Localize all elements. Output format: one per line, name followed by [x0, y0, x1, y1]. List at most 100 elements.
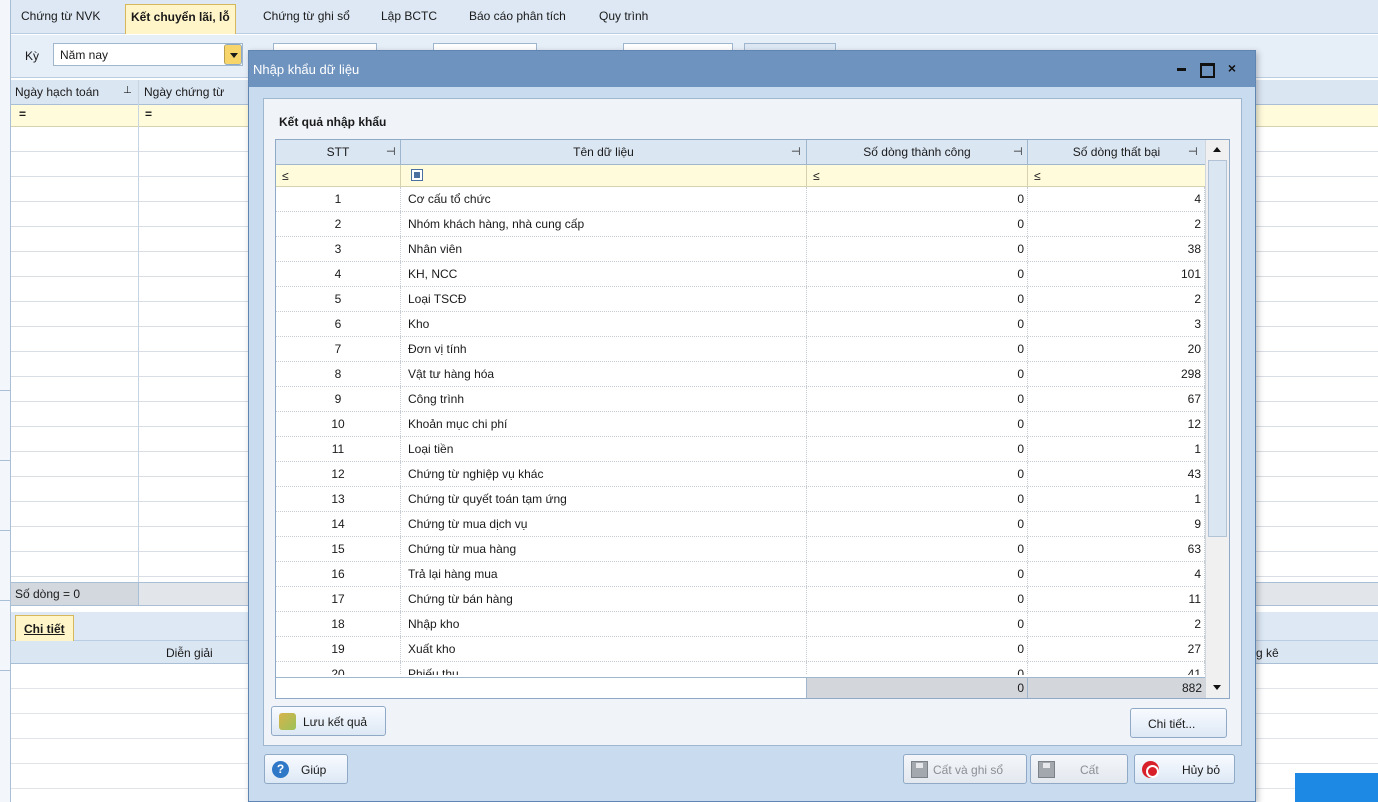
- tab-chi-tiet[interactable]: Chi tiết: [15, 615, 74, 641]
- tab-quy-trinh[interactable]: Quy trình: [599, 9, 648, 23]
- cell-stt: 3: [276, 237, 401, 261]
- detail-label: Chi tiết...: [1148, 717, 1196, 731]
- pin-icon[interactable]: ⊣: [791, 140, 801, 164]
- cell-name: Cơ cấu tổ chức: [401, 187, 807, 211]
- table-row[interactable]: 9 Công trình 0 67: [276, 387, 1205, 412]
- cell-success-count: 0: [807, 412, 1028, 436]
- table-row[interactable]: 12 Chứng từ nghiệp vụ khác 0 43: [276, 462, 1205, 487]
- table-row[interactable]: 5 Loại TSCĐ 0 2: [276, 287, 1205, 312]
- cell-stt: 4: [276, 262, 401, 286]
- tab-chung-tu-ghi-so[interactable]: Chứng từ ghi sổ: [263, 9, 350, 23]
- table-row[interactable]: 4 KH, NCC 0 101: [276, 262, 1205, 287]
- cell-name: Chứng từ mua hàng: [401, 537, 807, 561]
- cell-name: Xuất kho: [401, 637, 807, 661]
- cell-failed-count: 11: [1028, 587, 1205, 611]
- tab-bao-cao-phan-tich[interactable]: Báo cáo phân tích: [469, 9, 566, 23]
- cell-stt: 1: [276, 187, 401, 211]
- table-row[interactable]: 8 Vật tư hàng hóa 0 298: [276, 362, 1205, 387]
- scroll-up-icon[interactable]: [1206, 140, 1229, 160]
- col-bang-ke[interactable]: g kê: [1256, 646, 1279, 660]
- filter-checkbox-icon[interactable]: [411, 169, 423, 181]
- col-so-dong-that-bai[interactable]: Số dòng thất bại ⊣: [1028, 140, 1205, 164]
- help-button[interactable]: ? Giúp: [264, 754, 348, 784]
- filter-cell-stt[interactable]: ≤: [276, 165, 401, 186]
- pin-icon[interactable]: ⊣: [386, 140, 396, 164]
- detail-button[interactable]: Chi tiết...: [1130, 708, 1227, 738]
- filter-operator[interactable]: =: [19, 107, 26, 121]
- cut-button[interactable]: Cất: [1030, 754, 1128, 784]
- cell-name: Nhân viên: [401, 237, 807, 261]
- cell-name: Đơn vị tính: [401, 337, 807, 361]
- col-ngay-chung-tu[interactable]: Ngày chứng từ: [144, 85, 224, 99]
- table-row[interactable]: 1 Cơ cấu tổ chức 0 4: [276, 187, 1205, 212]
- pin-icon[interactable]: ⊥: [123, 85, 132, 96]
- panel-title: Kết quả nhập khẩu: [279, 115, 387, 129]
- col-ten-du-lieu[interactable]: Tên dữ liệu ⊣: [401, 140, 807, 164]
- tab-ket-chuyen-lai-lo[interactable]: Kết chuyển lãi, lỗ: [125, 4, 236, 34]
- cell-failed-count: 1: [1028, 487, 1205, 511]
- table-row[interactable]: 19 Xuất kho 0 27: [276, 637, 1205, 662]
- cell-stt: 16: [276, 562, 401, 586]
- table-row[interactable]: 7 Đơn vị tính 0 20: [276, 337, 1205, 362]
- col-so-dong-that-bai-label: Số dòng thất bại: [1072, 145, 1161, 159]
- col-stt[interactable]: STT ⊣: [276, 140, 401, 164]
- filter-cell-name[interactable]: [401, 165, 807, 186]
- cancel-button[interactable]: Hủy bỏ: [1134, 754, 1235, 784]
- col-ngay-hach-toan[interactable]: Ngày hạch toán: [15, 85, 99, 99]
- filter-cell-fail[interactable]: ≤: [1028, 165, 1205, 186]
- filter-operator[interactable]: ≤: [813, 169, 820, 183]
- minimize-icon[interactable]: [1173, 59, 1191, 77]
- save-result-label: Lưu kết quả: [303, 715, 368, 729]
- scroll-down-icon[interactable]: [1206, 678, 1229, 698]
- table-row[interactable]: 15 Chứng từ mua hàng 0 63: [276, 537, 1205, 562]
- tab-chung-tu-nvk[interactable]: Chứng từ NVK: [21, 9, 100, 23]
- cut-and-post-label: Cất và ghi sổ: [933, 763, 1004, 777]
- cell-failed-count: 27: [1028, 637, 1205, 661]
- col-so-dong-thanh-cong-label: Số dòng thành công: [863, 145, 971, 159]
- table-row[interactable]: 16 Trả lại hàng mua 0 4: [276, 562, 1205, 587]
- cell-success-count: 0: [807, 337, 1028, 361]
- vertical-scrollbar[interactable]: [1205, 140, 1229, 698]
- col-so-dong-thanh-cong[interactable]: Số dòng thành công ⊣: [807, 140, 1028, 164]
- period-select[interactable]: Năm nay: [53, 43, 243, 66]
- pin-icon[interactable]: ⊣: [1188, 140, 1198, 164]
- col-dien-giai[interactable]: Diễn giải: [166, 646, 213, 660]
- table-row[interactable]: 10 Khoản mục chi phí 0 12: [276, 412, 1205, 437]
- save-result-icon: [279, 713, 296, 730]
- table-row[interactable]: 17 Chứng từ bán hàng 0 11: [276, 587, 1205, 612]
- grid-divider: [138, 80, 139, 582]
- pin-icon[interactable]: ⊣: [1013, 140, 1023, 164]
- table-row[interactable]: 3 Nhân viên 0 38: [276, 237, 1205, 262]
- cell-failed-count: 63: [1028, 537, 1205, 561]
- tab-lap-bctc[interactable]: Lập BCTC: [381, 9, 437, 23]
- chevron-down-icon[interactable]: [224, 44, 242, 65]
- table-row[interactable]: 18 Nhập kho 0 2: [276, 612, 1205, 637]
- cell-failed-count: 4: [1028, 562, 1205, 586]
- save-result-button[interactable]: Lưu kết quả: [271, 706, 386, 736]
- cell-stt: 12: [276, 462, 401, 486]
- cut-and-post-button[interactable]: Cất và ghi sổ: [903, 754, 1027, 784]
- filter-operator[interactable]: =: [145, 107, 152, 121]
- row-count: Số dòng = 0: [11, 583, 139, 605]
- cell-failed-count: 43: [1028, 462, 1205, 486]
- cell-stt: 9: [276, 387, 401, 411]
- close-icon[interactable]: ×: [1223, 59, 1241, 77]
- cell-name: KH, NCC: [401, 262, 807, 286]
- table-row[interactable]: 13 Chứng từ quyết toán tạm ứng 0 1: [276, 487, 1205, 512]
- table-row[interactable]: 6 Kho 0 3: [276, 312, 1205, 337]
- filter-operator[interactable]: ≤: [1034, 169, 1041, 183]
- scroll-thumb[interactable]: [1208, 160, 1227, 537]
- cell-success-count: 0: [807, 287, 1028, 311]
- table-row[interactable]: 20 Phiếu thu 0 41: [276, 662, 1205, 675]
- table-row[interactable]: 11 Loại tiền 0 1: [276, 437, 1205, 462]
- cancel-icon: [1142, 761, 1159, 778]
- left-nav-strip: [0, 0, 11, 802]
- table-row[interactable]: 14 Chứng từ mua dịch vụ 0 9: [276, 512, 1205, 537]
- table-row[interactable]: 2 Nhóm khách hàng, nhà cung cấp 0 2: [276, 212, 1205, 237]
- dialog-titlebar[interactable]: Nhập khẩu dữ liệu ×: [249, 51, 1255, 87]
- filter-operator[interactable]: ≤: [282, 169, 289, 183]
- maximize-icon[interactable]: [1197, 59, 1215, 78]
- filter-cell-ok[interactable]: ≤: [807, 165, 1028, 186]
- cell-stt: 14: [276, 512, 401, 536]
- save-disk-icon: [911, 761, 928, 778]
